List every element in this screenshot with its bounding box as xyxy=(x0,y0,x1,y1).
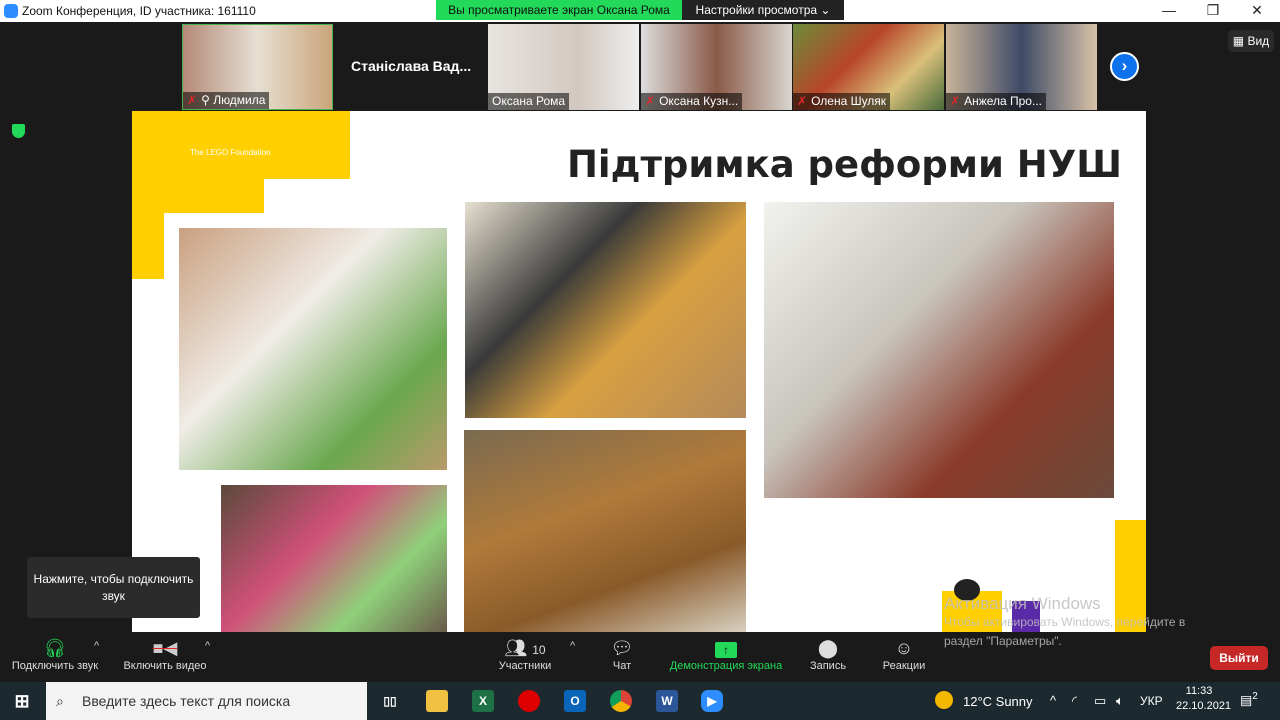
join-audio-label: Подключить звук xyxy=(11,660,99,672)
photo-kids-cooking xyxy=(179,228,447,470)
window-title: Zoom Конференция, ID участника: 161110 xyxy=(22,4,256,18)
meeting-toolbar: 🎧︎ Подключить звук ^ ■◀ Включить видео ^ 👥… xyxy=(0,632,1280,682)
photo-lego-tower xyxy=(465,202,746,418)
wifi-icon[interactable]: ◜ xyxy=(1072,693,1077,709)
zoom-logo-icon xyxy=(4,4,18,18)
participant-name: Людмила xyxy=(213,93,266,107)
zoom-taskbar-icon[interactable]: ▶ xyxy=(701,690,723,712)
leave-meeting-button[interactable]: Выйти xyxy=(1210,646,1268,670)
participant-tile[interactable]: ✗ Анжела Про... xyxy=(946,24,1097,110)
maximize-button[interactable]: ❐ xyxy=(1198,2,1228,19)
volume-icon[interactable]: 🔈︎ xyxy=(1116,693,1124,709)
notification-count: 2 xyxy=(1252,691,1258,702)
excel-icon[interactable]: X xyxy=(472,690,494,712)
share-screen-icon: ↑ xyxy=(665,636,787,660)
start-video-label: Включить видео xyxy=(123,660,207,672)
headphones-icon: 🎧︎ xyxy=(43,638,67,658)
record-label: Запись xyxy=(809,660,847,672)
weather-text[interactable]: 12°C Sunny xyxy=(963,694,1033,709)
audio-options-caret[interactable]: ^ xyxy=(94,640,99,652)
grid-icon: ▦ xyxy=(1232,34,1248,48)
close-button[interactable]: ✕ xyxy=(1242,2,1272,19)
participant-tile[interactable]: ✗ ⚲ Людмила xyxy=(182,24,333,110)
muted-mic-icon: ✗ xyxy=(950,94,961,108)
participants-button[interactable]: 👥︎ 10 Участники xyxy=(490,636,560,672)
tray-expand-icon[interactable]: ^ xyxy=(1050,693,1056,708)
taskbar-search-input[interactable]: ⌕ Введите здесь текст для поиска xyxy=(46,682,367,720)
participant-tile[interactable]: Станіслава Вад... xyxy=(335,24,486,110)
photo-kids-outdoors xyxy=(221,485,447,632)
lego-foundation-logo: The LEGO Foundation xyxy=(190,148,271,157)
slide-title: Підтримка реформи НУШ xyxy=(566,143,1122,186)
view-label: Вид xyxy=(1247,34,1270,48)
search-icon: ⌕ xyxy=(56,693,64,709)
participants-options-caret[interactable]: ^ xyxy=(570,640,575,652)
security-shield-icon[interactable] xyxy=(12,124,25,138)
participant-name: Станіслава Вад... xyxy=(351,58,472,74)
weather-sun-icon xyxy=(935,691,953,709)
photo-autumn-forest xyxy=(464,430,746,632)
join-audio-button[interactable]: 🎧︎ Подключить звук xyxy=(5,636,105,672)
unmute-tooltip: Нажмите, чтобы подключить звук xyxy=(27,557,200,618)
participant-tile[interactable]: ✗ Олена Шуляк xyxy=(793,24,944,110)
clock[interactable]: 11:33 22.10.2021 xyxy=(1176,685,1232,712)
pin-icon: ⚲ xyxy=(201,93,214,107)
chat-label: Чат xyxy=(612,660,632,672)
video-options-caret[interactable]: ^ xyxy=(205,640,210,652)
participant-tile[interactable]: ✗ Оксана Кузн... xyxy=(641,24,792,110)
participants-icon: 👥︎ xyxy=(504,638,528,658)
date: 22.10.2021 xyxy=(1176,700,1232,712)
next-page-arrow-icon[interactable]: › xyxy=(1110,52,1139,81)
task-view-icon[interactable]: ▯▯ xyxy=(379,690,401,712)
chat-button[interactable]: 💬︎ Чат xyxy=(600,636,644,672)
time: 11:33 xyxy=(1185,685,1213,697)
start-video-button[interactable]: ■◀ Включить видео xyxy=(118,636,212,672)
outlook-icon[interactable]: O xyxy=(564,690,586,712)
battery-icon[interactable]: ▭ xyxy=(1094,693,1106,709)
video-off-icon: ■◀ xyxy=(152,638,178,658)
muted-mic-icon: ✗ xyxy=(645,94,656,108)
view-button[interactable]: ▦ Вид xyxy=(1228,30,1274,52)
chat-icon: 💬︎ xyxy=(610,638,634,658)
screen-share-banner: Вы просматриваете экран Оксана Рома xyxy=(436,0,682,20)
share-screen-button[interactable]: ↑ Демонстрация экрана xyxy=(665,636,787,672)
participants-count: 10 xyxy=(532,643,546,657)
reactions-icon: ☺ xyxy=(894,638,914,658)
participant-name: Олена Шуляк xyxy=(811,94,887,108)
muted-mic-icon: ✗ xyxy=(797,94,808,108)
share-screen-label: Демонстрация экрана xyxy=(669,660,783,672)
shared-screen-slide: The LEGO Foundation Підтримка реформи НУ… xyxy=(132,111,1146,632)
file-explorer-icon[interactable] xyxy=(426,690,448,712)
reactions-label: Реакции xyxy=(882,660,926,672)
photo-classroom xyxy=(764,202,1114,498)
opera-icon[interactable] xyxy=(518,690,540,712)
search-placeholder: Введите здесь текст для поиска xyxy=(82,693,291,709)
participant-tile[interactable]: Оксана Рома xyxy=(488,24,639,110)
participant-name: Анжела Про... xyxy=(964,94,1042,108)
windows-start-icon[interactable]: ⊞ xyxy=(11,690,33,712)
notifications-icon[interactable]: ▤2 xyxy=(1240,691,1258,708)
record-button[interactable]: ⬤ Запись xyxy=(805,636,851,672)
language-indicator[interactable]: УКР xyxy=(1140,694,1163,708)
participants-label: Участники xyxy=(498,660,552,672)
record-icon: ⬤ xyxy=(817,638,839,658)
participant-name: Оксана Рома xyxy=(492,94,566,108)
chrome-icon[interactable] xyxy=(610,690,632,712)
windows-taskbar: ⊞ ⌕ Введите здесь текст для поиска ▯▯ X O… xyxy=(0,682,1280,720)
participant-name: Оксана Кузн... xyxy=(659,94,739,108)
word-icon[interactable]: W xyxy=(656,690,678,712)
reactions-button[interactable]: ☺ Реакции xyxy=(876,636,932,672)
view-settings-button[interactable]: Настройки просмотра ⌄ xyxy=(682,0,844,20)
muted-mic-icon: ✗ xyxy=(187,93,198,107)
minimize-button[interactable]: — xyxy=(1154,2,1184,18)
